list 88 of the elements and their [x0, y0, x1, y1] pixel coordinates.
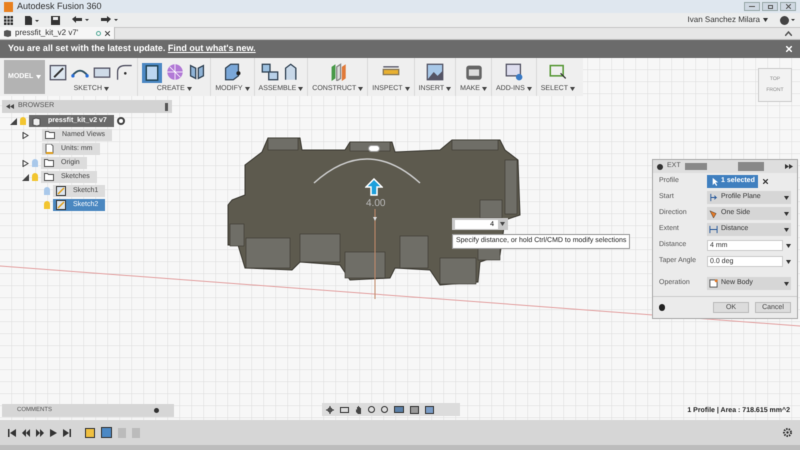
option-icon — [709, 193, 718, 202]
dropdown-caret-icon[interactable] — [786, 244, 791, 248]
assemble-tool-icon[interactable] — [260, 63, 279, 81]
grid-icon[interactable] — [410, 406, 419, 414]
play-icon[interactable] — [50, 428, 57, 436]
caret-icon — [36, 75, 42, 79]
modify-tool-icon[interactable] — [223, 63, 242, 81]
redaction-block — [738, 162, 764, 171]
document-icon — [45, 144, 54, 154]
camera-icon[interactable] — [340, 406, 349, 412]
settings-icon — [657, 164, 663, 170]
dimension-label: 4.00 — [366, 197, 386, 211]
orbit-icon[interactable] — [326, 406, 334, 414]
dropdown-caret-icon[interactable] — [786, 260, 791, 264]
undo-icon[interactable] — [72, 16, 89, 24]
insert-tool-icon[interactable] — [426, 63, 444, 81]
sketch-tool-icon[interactable] — [49, 63, 68, 81]
caret-icon — [500, 222, 505, 226]
expand-icon[interactable] — [785, 164, 793, 169]
file-icon[interactable] — [25, 16, 39, 24]
component-icon — [32, 116, 41, 126]
rotation-handle-icon[interactable] — [368, 145, 380, 152]
caret-icon — [763, 18, 768, 22]
display-icon[interactable] — [394, 406, 404, 413]
user-menu[interactable]: Ivan Sanchez Milara — [688, 14, 768, 26]
create-tool-icon[interactable] — [188, 63, 206, 81]
settings-icon[interactable] — [783, 428, 792, 437]
expanded-caret-icon[interactable] — [22, 174, 29, 180]
collapsed-caret-icon[interactable] — [22, 132, 29, 138]
caret-icon — [358, 86, 364, 91]
app-logo-icon — [4, 2, 13, 12]
previous-step-icon[interactable] — [22, 428, 30, 436]
caret-icon — [482, 86, 487, 91]
help-icon[interactable] — [780, 16, 796, 24]
sketch-icon — [56, 200, 66, 210]
info-icon[interactable] — [659, 304, 665, 311]
distance-arrow-icon[interactable] — [365, 178, 383, 196]
grid-menu-icon[interactable] — [4, 16, 13, 24]
sketch-feature-icon[interactable] — [85, 428, 95, 438]
caret-icon — [784, 228, 789, 232]
expanded-caret-icon[interactable] — [10, 118, 17, 124]
window-title: Autodesk Fusion 360 — [17, 0, 102, 13]
folder-icon — [45, 131, 55, 139]
create-tool-icon[interactable] — [142, 63, 162, 83]
dismiss-icon[interactable] — [786, 46, 792, 52]
pin-icon[interactable] — [165, 102, 168, 110]
select-tool-icon[interactable] — [548, 63, 567, 81]
construct-tool-icon[interactable] — [328, 63, 347, 81]
minimize-button[interactable] — [744, 2, 760, 11]
caret-icon — [446, 86, 452, 91]
caret-icon — [298, 86, 304, 91]
update-message: You are all set with the latest update. Find out what's new. — [8, 42, 256, 56]
option-icon — [709, 279, 718, 288]
caret-icon — [784, 196, 789, 200]
update-link[interactable]: Find out what's new. — [168, 43, 256, 54]
next-step-icon[interactable] — [36, 428, 44, 436]
caret-icon — [570, 86, 575, 91]
caret-icon — [784, 212, 789, 216]
close-tab-icon[interactable] — [105, 30, 110, 36]
caret-icon — [784, 282, 789, 286]
viewports-icon[interactable] — [425, 406, 434, 414]
redaction-block — [684, 163, 707, 170]
restore-button[interactable] — [762, 2, 778, 11]
sketch-tool-icon[interactable] — [115, 63, 134, 81]
caret-icon — [104, 86, 110, 91]
option-icon — [709, 225, 718, 234]
collapse-caret-icon[interactable] — [785, 31, 792, 36]
addins-tool-icon[interactable] — [504, 63, 523, 81]
caret-icon — [186, 86, 192, 91]
hand-icon[interactable] — [355, 406, 362, 414]
last-step-icon[interactable] — [63, 428, 71, 436]
redo-icon[interactable] — [101, 16, 118, 24]
option-icon — [710, 177, 719, 186]
document-tab[interactable]: pressfit_kit_v2 v7' — [0, 27, 115, 39]
save-icon[interactable] — [51, 16, 60, 24]
clear-icon[interactable] — [762, 179, 768, 184]
collapse-icon[interactable] — [6, 104, 14, 109]
caret-icon — [526, 86, 532, 91]
caret-icon — [404, 86, 410, 91]
collapsed-caret-icon[interactable] — [22, 160, 29, 166]
first-step-icon[interactable] — [8, 428, 16, 436]
caret-icon — [244, 86, 250, 91]
option-icon — [709, 209, 718, 218]
close-button[interactable] — [780, 2, 796, 11]
sketch-icon — [56, 186, 66, 196]
make-tool-icon[interactable] — [464, 63, 483, 81]
add-comment-icon[interactable] — [154, 408, 159, 413]
close-icon — [786, 4, 790, 9]
